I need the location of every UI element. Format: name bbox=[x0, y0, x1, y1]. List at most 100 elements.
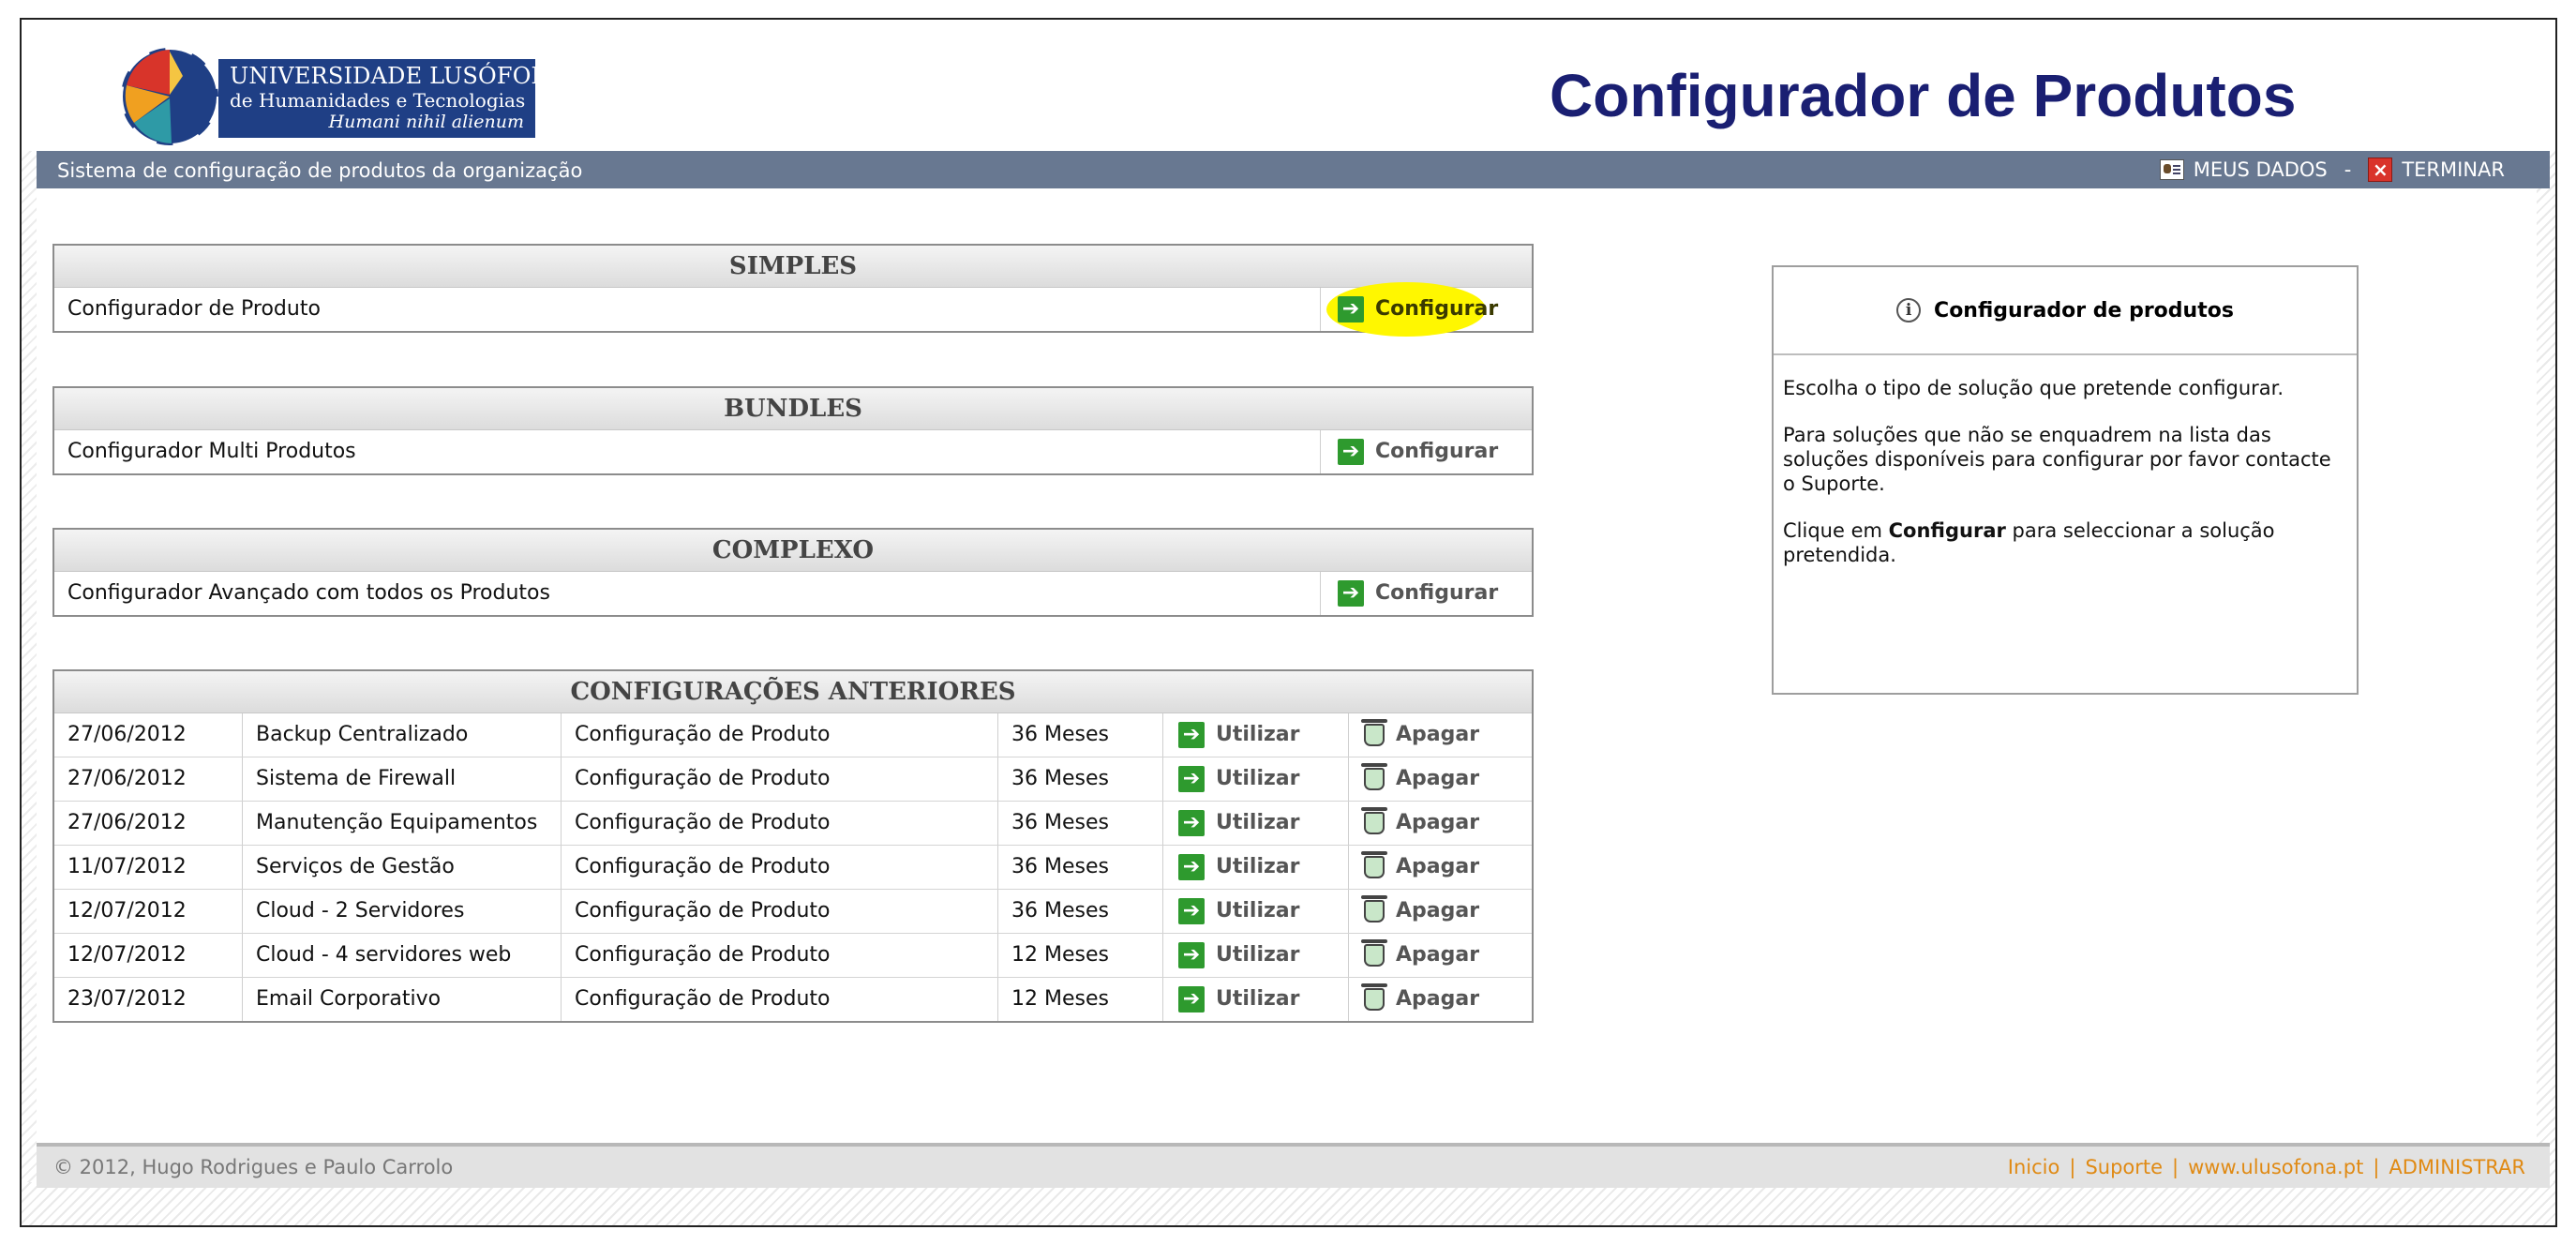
delete-label: Apagar bbox=[1396, 855, 1480, 878]
configure-button[interactable]: ➔ Configurar bbox=[1338, 430, 1498, 473]
link-separator: | bbox=[2069, 1156, 2076, 1178]
logo-line-2: de Humanidades e Tecnologias bbox=[230, 89, 526, 112]
copyright-text: © 2012, Hugo Rodrigues e Paulo Carrolo bbox=[53, 1156, 454, 1178]
type-cell: Configuração de Produto bbox=[561, 713, 997, 757]
trash-icon bbox=[1361, 763, 1387, 790]
table-row: 12/07/2012 Cloud - 4 servidores web Conf… bbox=[54, 934, 1532, 978]
home-link[interactable]: Inicio bbox=[2008, 1156, 2060, 1178]
configure-button[interactable]: ➔ Configurar bbox=[1326, 282, 1499, 337]
term-cell: 36 Meses bbox=[997, 713, 1162, 757]
info-paragraph: Para soluções que não se enquadrem na li… bbox=[1783, 424, 2331, 495]
date-cell: 23/07/2012 bbox=[67, 987, 187, 1011]
delete-button[interactable]: Apagar bbox=[1361, 802, 1479, 845]
type-cell: Configuração de Produto bbox=[561, 846, 997, 889]
delete-label: Apagar bbox=[1396, 723, 1480, 746]
use-cell: ➔ Utilizar bbox=[1162, 934, 1348, 977]
configure-cell: ➔ Configurar bbox=[1320, 430, 1535, 473]
delete-cell: Apagar bbox=[1348, 846, 1535, 889]
arrow-right-icon: ➔ bbox=[1338, 439, 1364, 465]
use-button[interactable]: ➔ Utilizar bbox=[1178, 758, 1300, 801]
id-card-icon bbox=[2159, 159, 2184, 180]
delete-label: Apagar bbox=[1396, 899, 1480, 922]
top-bar: Sistema de configuração de produtos da o… bbox=[37, 151, 2550, 188]
configure-label: Configurar bbox=[1375, 440, 1499, 463]
use-label: Utilizar bbox=[1216, 811, 1300, 834]
date-cell: 12/07/2012 bbox=[67, 943, 187, 967]
website-link[interactable]: www.ulusofona.pt bbox=[2188, 1156, 2363, 1178]
university-logo[interactable]: UNIVERSIDADE LUSÓFONA de Humanidades e T… bbox=[115, 38, 567, 151]
globe-icon bbox=[119, 46, 220, 147]
table-row: 27/06/2012 Backup Centralizado Configura… bbox=[54, 713, 1532, 758]
info-panel: i Configurador de produtos Escolha o tip… bbox=[1772, 265, 2359, 695]
term-cell: 36 Meses bbox=[997, 802, 1162, 845]
configure-cell: ➔ Configurar bbox=[1320, 282, 1535, 337]
table-row: 27/06/2012 Manutenção Equipamentos Confi… bbox=[54, 802, 1532, 846]
use-button[interactable]: ➔ Utilizar bbox=[1178, 978, 1300, 1021]
use-cell: ➔ Utilizar bbox=[1162, 846, 1348, 889]
info-paragraph: Escolha o tipo de solução que pretende c… bbox=[1783, 377, 2284, 399]
logo-wordmark: UNIVERSIDADE LUSÓFONA de Humanidades e T… bbox=[218, 59, 567, 138]
logout-link[interactable]: TERMINAR bbox=[2402, 158, 2505, 181]
use-button[interactable]: ➔ Utilizar bbox=[1178, 846, 1300, 889]
delete-cell: Apagar bbox=[1348, 713, 1535, 757]
name-cell: Cloud - 4 servidores web bbox=[242, 934, 561, 977]
name-cell: Sistema de Firewall bbox=[242, 758, 561, 801]
bottom-pattern bbox=[22, 1182, 2555, 1225]
info-header: i Configurador de produtos bbox=[1774, 267, 2357, 355]
my-data-link[interactable]: MEUS DADOS bbox=[2194, 158, 2328, 181]
browser-frame: UNIVERSIDADE LUSÓFONA de Humanidades e T… bbox=[20, 18, 2557, 1227]
arrow-right-icon: ➔ bbox=[1178, 810, 1205, 836]
configure-label: Configurar bbox=[1375, 297, 1499, 321]
use-cell: ➔ Utilizar bbox=[1162, 890, 1348, 933]
term-cell: 36 Meses bbox=[997, 758, 1162, 801]
delete-cell: Apagar bbox=[1348, 890, 1535, 933]
use-button[interactable]: ➔ Utilizar bbox=[1178, 713, 1300, 757]
page-title: Configurador de Produtos bbox=[1550, 62, 2297, 129]
delete-cell: Apagar bbox=[1348, 934, 1535, 977]
footer: © 2012, Hugo Rodrigues e Paulo Carrolo I… bbox=[37, 1143, 2550, 1188]
delete-label: Apagar bbox=[1396, 987, 1480, 1011]
delete-button[interactable]: Apagar bbox=[1361, 758, 1480, 801]
use-button[interactable]: ➔ Utilizar bbox=[1178, 802, 1300, 845]
logo-line-3: Humani nihil alienum bbox=[328, 112, 524, 132]
date-cell: 11/07/2012 bbox=[67, 855, 187, 878]
term-cell: 36 Meses bbox=[997, 890, 1162, 933]
trash-icon bbox=[1361, 983, 1387, 1011]
name-cell: Manutenção Equipamentos bbox=[242, 802, 561, 845]
delete-button[interactable]: Apagar bbox=[1361, 713, 1480, 757]
panel-title: COMPLEXO bbox=[54, 530, 1532, 572]
item-label: Configurador Multi Produtos bbox=[67, 440, 356, 463]
info-icon: i bbox=[1896, 298, 1922, 322]
use-label: Utilizar bbox=[1216, 723, 1300, 746]
item-label: Configurador Avançado com todos os Produ… bbox=[67, 581, 550, 605]
arrow-right-icon: ➔ bbox=[1178, 766, 1205, 792]
admin-link[interactable]: ADMINISTRAR bbox=[2389, 1156, 2525, 1178]
configure-button[interactable]: ➔ Configurar bbox=[1338, 572, 1498, 615]
delete-button[interactable]: Apagar bbox=[1361, 890, 1480, 933]
term-cell: 12 Meses bbox=[997, 978, 1162, 1021]
user-menu: MEUS DADOS - × TERMINAR bbox=[2159, 158, 2505, 182]
delete-label: Apagar bbox=[1396, 767, 1480, 790]
info-text: Clique em bbox=[1783, 519, 1889, 542]
type-cell: Configuração de Produto bbox=[561, 978, 997, 1021]
panel-title: BUNDLES bbox=[54, 388, 1532, 430]
type-cell: Configuração de Produto bbox=[561, 758, 997, 801]
trash-icon bbox=[1361, 807, 1387, 834]
menu-separator: - bbox=[2344, 158, 2352, 181]
type-cell: Configuração de Produto bbox=[561, 890, 997, 933]
term-cell: 36 Meses bbox=[997, 846, 1162, 889]
delete-button[interactable]: Apagar bbox=[1361, 978, 1480, 1021]
delete-label: Apagar bbox=[1396, 943, 1480, 967]
arrow-right-icon: ➔ bbox=[1178, 854, 1205, 880]
panel-simples: SIMPLES Configurador de Produto ➔ Config… bbox=[52, 244, 1535, 337]
type-cell: Configuração de Produto bbox=[561, 934, 997, 977]
arrow-right-icon: ➔ bbox=[1178, 898, 1205, 924]
use-button[interactable]: ➔ Utilizar bbox=[1178, 934, 1300, 977]
system-subtitle: Sistema de configuração de produtos da o… bbox=[57, 159, 583, 182]
delete-button[interactable]: Apagar bbox=[1361, 934, 1480, 977]
close-icon[interactable]: × bbox=[2368, 158, 2393, 182]
panel-complexo: COMPLEXO Configurador Avançado com todos… bbox=[52, 528, 1534, 617]
delete-button[interactable]: Apagar bbox=[1361, 846, 1480, 889]
use-button[interactable]: ➔ Utilizar bbox=[1178, 890, 1300, 933]
support-link[interactable]: Suporte bbox=[2085, 1156, 2163, 1178]
